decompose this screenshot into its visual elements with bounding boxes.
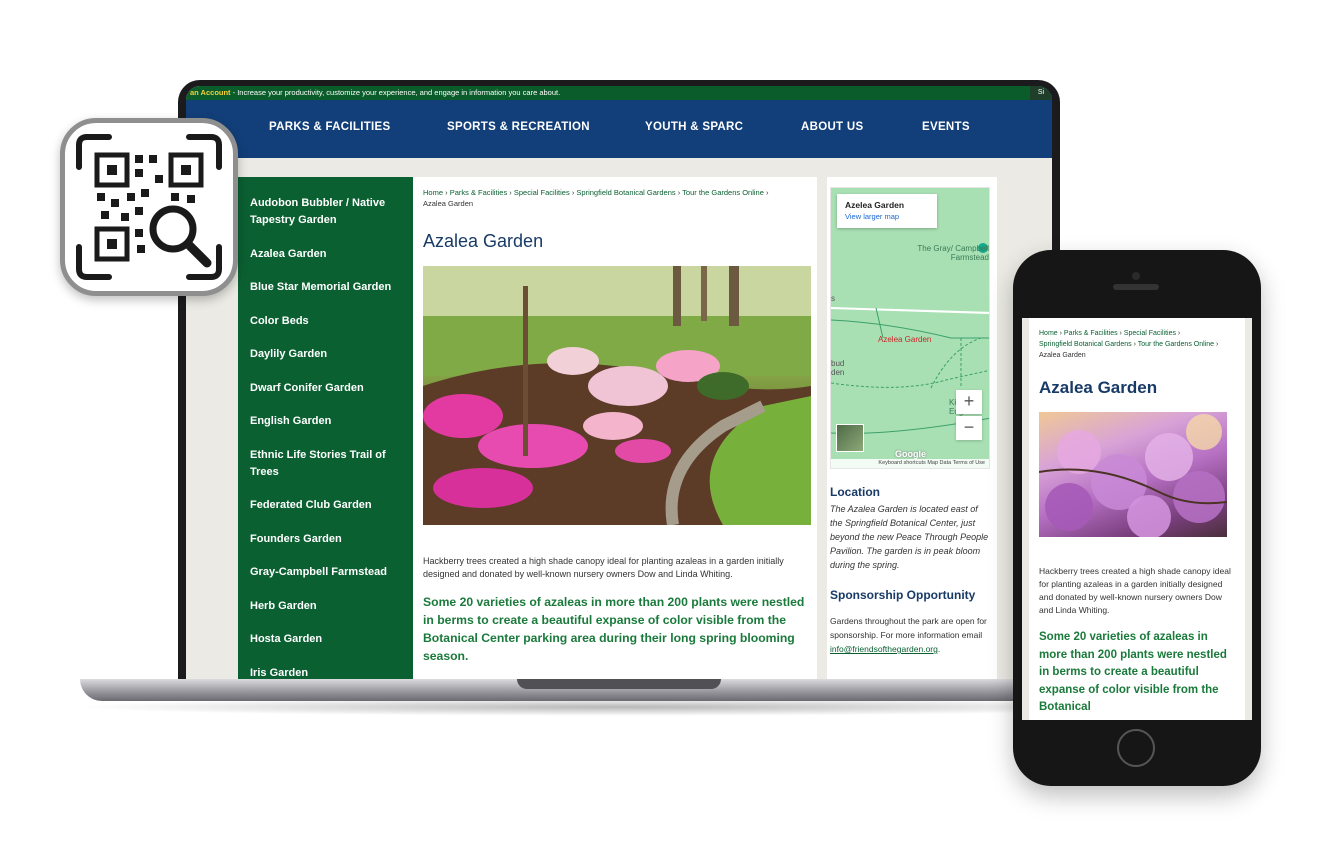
lead-paragraph: Some 20 varieties of azaleas in more tha… xyxy=(423,595,805,663)
phone-camera xyxy=(1132,272,1140,280)
phone-lead-paragraph: Some 20 varieties of azaleas in more tha… xyxy=(1039,631,1227,713)
breadcrumb: Home › Parks & Facilities › Special Faci… xyxy=(423,187,807,209)
qr-code-search-badge xyxy=(60,118,238,296)
breadcrumb-separator: › xyxy=(443,188,450,197)
qr-code-search-icon xyxy=(76,134,222,280)
sidebar-item-english-garden[interactable]: English Garden xyxy=(250,413,403,430)
intro-paragraph: Hackberry trees created a high shade can… xyxy=(423,556,784,579)
phone-breadcrumb-tour[interactable]: Tour the Gardens Online xyxy=(1138,341,1214,348)
phone-page-title: Azalea Garden xyxy=(1039,378,1158,397)
nav-sports-recreation[interactable]: SPORTS & RECREATION xyxy=(447,121,590,133)
sponsorship-end: . xyxy=(937,644,941,654)
garden-sidebar: Audobon Bubbler / Native Tapestry Garden… xyxy=(238,177,413,680)
main-content: Home › Parks & Facilities › Special Faci… xyxy=(413,177,817,680)
laptop-notch xyxy=(517,679,721,689)
location-aside: Azelea Garden View larger map The Gray/ … xyxy=(827,177,997,680)
map-zoom-in-button[interactable]: + xyxy=(956,390,982,414)
map-zoom-out-button[interactable]: − xyxy=(956,416,982,440)
breadcrumb-separator: › xyxy=(507,188,514,197)
breadcrumb-separator: › xyxy=(763,188,769,197)
sidebar-item-founders[interactable]: Founders Garden xyxy=(250,531,403,548)
phone-screen: Home › Parks & Facilities › Special Faci… xyxy=(1022,318,1252,720)
sidebar-item-audobon-bubbler[interactable]: Audobon Bubbler / Native Tapestry Garden xyxy=(250,195,403,229)
sidebar-item-blue-star[interactable]: Blue Star Memorial Garden xyxy=(250,279,403,296)
nav-events[interactable]: EVENTS xyxy=(922,121,970,133)
sidebar-item-gray-campbell[interactable]: Gray-Campbell Farmstead xyxy=(250,564,403,581)
sponsorship-body: Gardens throughout the park are open for… xyxy=(830,616,987,640)
page-title: Azalea Garden xyxy=(423,231,544,251)
sidebar-item-iris[interactable]: Iris Garden xyxy=(250,665,403,681)
phone-breadcrumb-botanical[interactable]: Springfield Botanical Gardens xyxy=(1039,341,1132,348)
phone-breadcrumb-special[interactable]: Special Facilities xyxy=(1124,330,1176,337)
phone-breadcrumb: Home › Parks & Facilities › Special Faci… xyxy=(1039,328,1235,361)
main-nav: PARKS & FACILITIES SPORTS & RECREATION Y… xyxy=(186,100,1052,158)
phone-content: Home › Parks & Facilities › Special Faci… xyxy=(1029,318,1245,720)
breadcrumb-tour[interactable]: Tour the Gardens Online xyxy=(682,188,764,197)
breadcrumb-current: Azalea Garden xyxy=(423,199,474,208)
nav-parks-facilities[interactable]: PARKS & FACILITIES xyxy=(269,121,390,133)
breadcrumb-parks[interactable]: Parks & Facilities xyxy=(450,188,508,197)
create-account-link[interactable]: an Account xyxy=(190,88,231,97)
breadcrumb-special[interactable]: Special Facilities xyxy=(514,188,570,197)
marketing-mockup: an Account - Increase your productivity,… xyxy=(0,0,1320,864)
hero-photo-illustration xyxy=(423,266,811,525)
account-banner: an Account - Increase your productivity,… xyxy=(186,86,1052,100)
map-footer[interactable]: Keyboard shortcuts Map Data Terms of Use xyxy=(831,459,989,468)
nav-youth-sparc[interactable]: YOUTH & SPARC xyxy=(645,121,743,133)
phone-speaker xyxy=(1113,284,1159,290)
sidebar-item-federated-club[interactable]: Federated Club Garden xyxy=(250,497,403,514)
google-map[interactable]: Azelea Garden View larger map The Gray/ … xyxy=(830,187,990,469)
map-info-card: Azelea Garden View larger map xyxy=(837,194,937,228)
location-heading: Location xyxy=(830,485,880,499)
account-banner-text: - Increase your productivity, customize … xyxy=(230,88,561,97)
map-satellite-toggle[interactable] xyxy=(836,424,864,452)
map-label-pin: Azelea Garden xyxy=(878,335,932,344)
phone-azalea-photo xyxy=(1039,412,1227,537)
sidebar-item-azalea-garden[interactable]: Azalea Garden xyxy=(250,246,403,263)
azalea-hero-photo xyxy=(423,266,811,525)
map-card-title: Azelea Garden xyxy=(845,200,905,210)
breadcrumb-separator: › xyxy=(1214,341,1219,348)
map-label-left1: s xyxy=(831,294,835,303)
nav-about-us[interactable]: ABOUT US xyxy=(801,121,863,133)
map-label-left2: bud den xyxy=(831,359,845,377)
sidebar-item-dwarf-conifer[interactable]: Dwarf Conifer Garden xyxy=(250,380,403,397)
phone-photo-illustration xyxy=(1039,414,1227,537)
sidebar-item-daylily[interactable]: Daylily Garden xyxy=(250,346,403,363)
sidebar-item-ethnic-life-stories[interactable]: Ethnic Life Stories Trail of Trees xyxy=(250,447,403,481)
phone-intro-paragraph: Hackberry trees created a high shade can… xyxy=(1039,566,1231,615)
location-text: The Azalea Garden is located east of the… xyxy=(830,504,989,570)
phone-breadcrumb-current: Azalea Garden xyxy=(1039,352,1086,359)
phone-home-button xyxy=(1117,729,1155,767)
view-larger-map-link[interactable]: View larger map xyxy=(845,212,929,221)
laptop-screen: an Account - Increase your productivity,… xyxy=(186,86,1052,680)
sidebar-item-color-beds[interactable]: Color Beds xyxy=(250,313,403,330)
phone-breadcrumb-parks[interactable]: Parks & Facilities xyxy=(1064,330,1118,337)
sidebar-item-herb[interactable]: Herb Garden xyxy=(250,598,403,615)
map-label-farmstead: The Gray/ Campbell Farmstead xyxy=(917,244,989,262)
sidebar-item-hosta[interactable]: Hosta Garden xyxy=(250,631,403,648)
breadcrumb-botanical[interactable]: Springfield Botanical Gardens xyxy=(576,188,675,197)
sponsorship-heading: Sponsorship Opportunity xyxy=(830,588,976,602)
phone-breadcrumb-home[interactable]: Home xyxy=(1039,330,1058,337)
sign-in-button[interactable]: Si xyxy=(1030,86,1052,100)
sponsorship-text: Gardens throughout the park are open for… xyxy=(830,614,990,656)
breadcrumb-home[interactable]: Home xyxy=(423,188,443,197)
sponsorship-email-link[interactable]: info@friendsofthegarden.org xyxy=(830,644,938,654)
breadcrumb-separator: › xyxy=(1175,330,1181,337)
google-logo: Google xyxy=(895,449,926,459)
